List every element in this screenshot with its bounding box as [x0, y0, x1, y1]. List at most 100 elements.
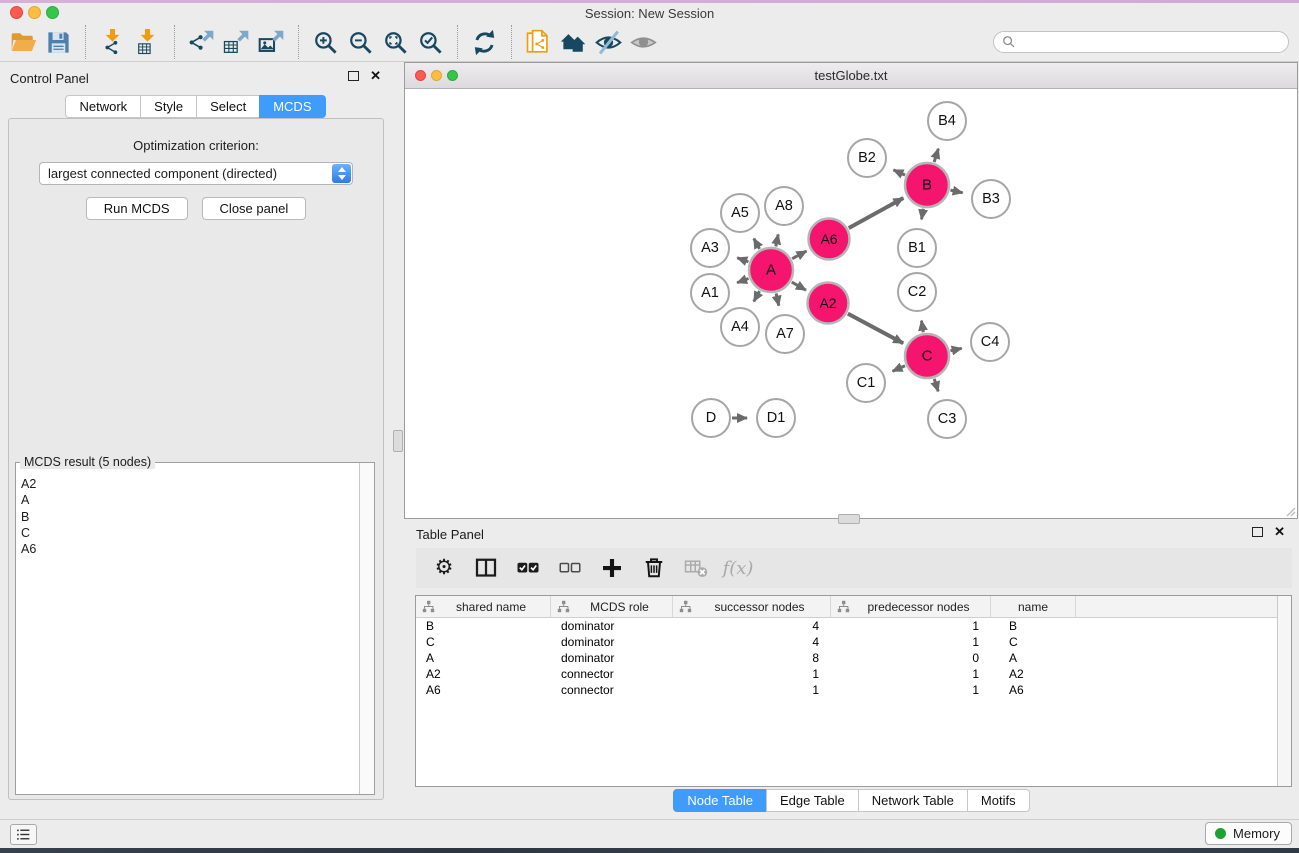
- tab-node-table[interactable]: Node Table: [673, 789, 767, 812]
- select-all-button[interactable]: [515, 554, 541, 582]
- list-item[interactable]: A6: [18, 541, 357, 557]
- network-minimize-button[interactable]: [431, 70, 442, 81]
- tab-style[interactable]: Style: [140, 95, 197, 118]
- node-C3[interactable]: C3: [928, 400, 966, 438]
- edge-C-C2[interactable]: [921, 321, 923, 333]
- zoom-out-button[interactable]: [343, 25, 378, 59]
- show-hidden-button[interactable]: [626, 25, 661, 59]
- zoom-in-button[interactable]: [308, 25, 343, 59]
- copy-network-button[interactable]: [521, 25, 556, 59]
- node-A4[interactable]: A4: [721, 308, 759, 346]
- criterion-select[interactable]: largest connected component (directed): [39, 162, 353, 185]
- column-header-successor-nodes[interactable]: successor nodes: [673, 596, 831, 617]
- table-row[interactable]: Cdominator41C: [416, 634, 1291, 650]
- tab-mcds[interactable]: MCDS: [259, 95, 325, 118]
- close-panel-icon[interactable]: ✕: [370, 71, 381, 81]
- refresh-button[interactable]: [467, 25, 502, 59]
- node-D[interactable]: D: [692, 399, 730, 437]
- tab-edge-table[interactable]: Edge Table: [766, 789, 859, 812]
- node-C1[interactable]: C1: [847, 364, 885, 402]
- hide-selected-button[interactable]: [591, 25, 626, 59]
- edge-A-A2[interactable]: [792, 282, 806, 290]
- float-table-panel-icon[interactable]: [1252, 527, 1263, 537]
- edge-C-C4[interactable]: [950, 348, 961, 351]
- node-B3[interactable]: B3: [972, 180, 1010, 218]
- deselect-all-button[interactable]: [557, 554, 583, 582]
- close-panel-button[interactable]: Close panel: [202, 197, 307, 220]
- export-image-button[interactable]: [254, 25, 289, 59]
- table-row[interactable]: Bdominator41B: [416, 618, 1291, 634]
- resize-grip-icon[interactable]: [1284, 505, 1296, 517]
- save-session-button[interactable]: [41, 25, 76, 59]
- node-A5[interactable]: A5: [721, 194, 759, 232]
- first-neighbors-button[interactable]: [556, 25, 591, 59]
- fx-button[interactable]: f(x): [725, 554, 751, 582]
- edge-A-A1[interactable]: [737, 278, 748, 282]
- import-table-button[interactable]: [130, 25, 165, 59]
- edge-B-B2[interactable]: [893, 170, 905, 175]
- import-network-button[interactable]: [95, 25, 130, 59]
- search-box[interactable]: [993, 31, 1289, 53]
- node-C[interactable]: C: [905, 334, 949, 378]
- edge-A6-B[interactable]: [849, 198, 904, 228]
- network-close-button[interactable]: [415, 70, 426, 81]
- delete-button[interactable]: [641, 554, 667, 582]
- edge-B-B3[interactable]: [950, 190, 962, 193]
- open-session-button[interactable]: [6, 25, 41, 59]
- run-mcds-button[interactable]: Run MCDS: [86, 197, 188, 220]
- network-canvas[interactable]: AA1A2A3A4A5A6A7A8BB1B2B3B4CC1C2C3C4DD1: [405, 89, 1297, 518]
- node-B4[interactable]: B4: [928, 102, 966, 140]
- list-item[interactable]: A: [18, 492, 357, 508]
- node-D1[interactable]: D1: [757, 399, 795, 437]
- node-A6[interactable]: A6: [809, 219, 850, 260]
- add-button[interactable]: [599, 554, 625, 582]
- edge-B-B4[interactable]: [934, 149, 938, 162]
- edge-A-A5[interactable]: [754, 238, 760, 248]
- splitter-handle[interactable]: [393, 430, 403, 452]
- edge-A-A7[interactable]: [776, 293, 779, 305]
- list-item[interactable]: B: [18, 509, 357, 525]
- destroy-table-button[interactable]: [683, 554, 709, 582]
- search-input[interactable]: [1016, 34, 1288, 51]
- tab-select[interactable]: Select: [196, 95, 260, 118]
- tab-network-table[interactable]: Network Table: [858, 789, 968, 812]
- network-zoom-button[interactable]: [447, 70, 458, 81]
- node-A1[interactable]: A1: [691, 274, 729, 312]
- edge-A2-C[interactable]: [848, 314, 903, 344]
- edge-C-C1[interactable]: [893, 366, 906, 372]
- node-A3[interactable]: A3: [691, 229, 729, 267]
- zoom-window-button[interactable]: [46, 6, 59, 19]
- column-header-predecessor-nodes[interactable]: predecessor nodes: [831, 596, 991, 617]
- memory-button[interactable]: Memory: [1205, 822, 1292, 845]
- export-table-button[interactable]: [219, 25, 254, 59]
- tab-network[interactable]: Network: [65, 95, 141, 118]
- node-B1[interactable]: B1: [898, 229, 936, 267]
- gear-button[interactable]: ⚙: [431, 554, 457, 582]
- column-header-mcds-role[interactable]: MCDS role: [551, 596, 673, 617]
- zoom-fit-button[interactable]: [378, 25, 413, 59]
- list-item[interactable]: A2: [18, 476, 357, 492]
- tab-motifs[interactable]: Motifs: [967, 789, 1030, 812]
- minimize-window-button[interactable]: [28, 6, 41, 19]
- node-A[interactable]: A: [749, 248, 793, 292]
- column-header-name[interactable]: name: [991, 596, 1076, 617]
- node-C2[interactable]: C2: [898, 273, 936, 311]
- export-network-button[interactable]: [184, 25, 219, 59]
- edge-A-A3[interactable]: [737, 258, 748, 262]
- zoom-selected-button[interactable]: [413, 25, 448, 59]
- node-C4[interactable]: C4: [971, 323, 1009, 361]
- edge-B-B1[interactable]: [922, 209, 924, 220]
- node-A7[interactable]: A7: [766, 315, 804, 353]
- result-scrollbar[interactable]: [359, 463, 374, 794]
- close-window-button[interactable]: [10, 6, 23, 19]
- list-item[interactable]: C: [18, 525, 357, 541]
- column-header-shared-name[interactable]: shared name: [416, 596, 551, 617]
- vertical-splitter[interactable]: [391, 62, 404, 820]
- edge-A-A4[interactable]: [754, 291, 760, 301]
- horizontal-splitter-handle[interactable]: [838, 514, 860, 524]
- edge-A-A8[interactable]: [776, 234, 778, 246]
- task-history-button[interactable]: [10, 824, 37, 845]
- table-row[interactable]: A2connector11A2: [416, 666, 1291, 682]
- close-table-panel-icon[interactable]: ✕: [1274, 527, 1285, 537]
- table-row[interactable]: A6connector11A6: [416, 682, 1291, 698]
